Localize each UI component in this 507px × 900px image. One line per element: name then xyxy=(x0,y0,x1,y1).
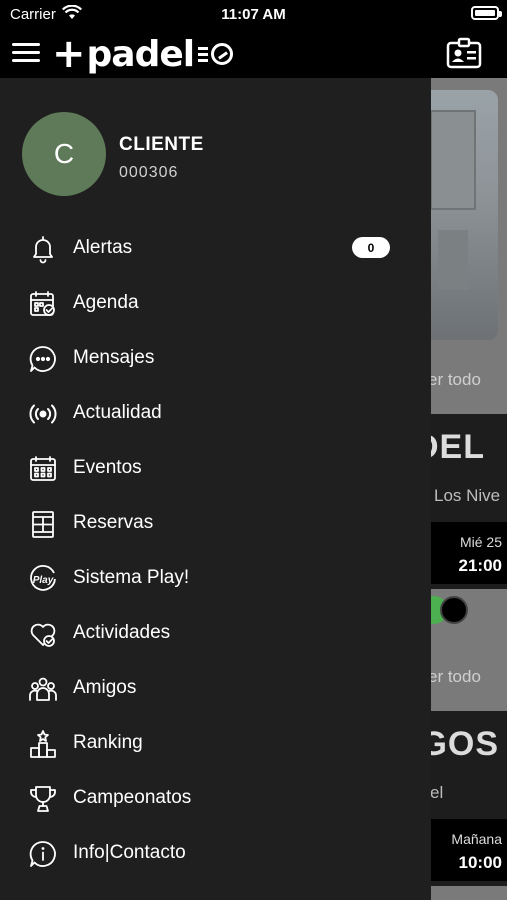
id-card-icon[interactable] xyxy=(446,37,482,69)
app-header: + padel xyxy=(0,30,507,78)
card-time: 21:00 xyxy=(458,556,502,575)
court-icon xyxy=(28,509,58,539)
calendar-check-icon xyxy=(28,289,58,319)
menu-label: Ranking xyxy=(73,732,143,753)
menu-item-campeonatos[interactable]: Campeonatos xyxy=(0,771,431,826)
trophy-icon xyxy=(28,784,58,814)
menu-item-ranking[interactable]: Ranking xyxy=(0,716,431,771)
status-bar: Carrier 11:07 AM xyxy=(0,0,507,30)
heart-check-icon xyxy=(28,619,58,649)
card-time-2: 10:00 xyxy=(458,853,502,872)
card-date: Mié 25 xyxy=(459,534,502,550)
ball-icon xyxy=(211,43,234,65)
menu-label: Sistema Play! xyxy=(73,567,190,588)
menu-label: Actividades xyxy=(73,622,171,643)
menu-item-actualidad[interactable]: Actualidad xyxy=(0,386,431,441)
menu-toggle-button[interactable] xyxy=(12,40,42,66)
see-all-link[interactable]: er todo xyxy=(428,370,481,390)
card-date-2: Mañana xyxy=(451,831,502,847)
side-drawer: C CLIENTE 000306 Alertas 0 Agenda Mensaj… xyxy=(0,78,431,900)
svg-text:Play: Play xyxy=(33,575,54,586)
logo-text: padel xyxy=(86,33,196,75)
menu-item-eventos[interactable]: Eventos xyxy=(0,441,431,496)
avatar[interactable]: C xyxy=(22,112,106,196)
menu-item-reservas[interactable]: Reservas xyxy=(0,496,431,551)
menu-label: Campeonatos xyxy=(73,787,192,808)
menu-label: Actualidad xyxy=(73,402,162,423)
alerts-count-badge: 0 xyxy=(352,237,390,258)
chat-bubble-icon xyxy=(28,344,58,374)
see-all-link-2[interactable]: er todo xyxy=(428,667,481,687)
menu-item-amigos[interactable]: Amigos xyxy=(0,661,431,716)
bell-icon xyxy=(28,234,58,264)
user-id: 000306 xyxy=(119,164,179,181)
drawer-menu: Alertas 0 Agenda Mensajes Actualidad Eve… xyxy=(0,221,431,881)
broadcast-icon xyxy=(28,399,58,429)
add-player-icon[interactable] xyxy=(440,596,468,624)
play-badge-icon: Play xyxy=(28,564,58,594)
battery-icon xyxy=(471,6,502,20)
menu-item-actividades[interactable]: Actividades xyxy=(0,606,431,661)
menu-item-sistema-play[interactable]: Play Sistema Play! xyxy=(0,551,431,606)
menu-label: Amigos xyxy=(73,677,137,698)
menu-label: Info|Contacto xyxy=(73,842,186,863)
calendar-grid-icon xyxy=(28,454,58,484)
menu-item-alertas[interactable]: Alertas 0 xyxy=(0,221,431,276)
menu-item-info-contacto[interactable]: Info|Contacto xyxy=(0,826,431,881)
menu-label: Eventos xyxy=(73,457,142,478)
friends-icon xyxy=(28,674,58,704)
menu-label: Mensajes xyxy=(73,347,155,368)
card-subtitle: Los Nive xyxy=(434,486,501,505)
user-name: CLIENTE xyxy=(119,134,204,155)
menu-item-mensajes[interactable]: Mensajes xyxy=(0,331,431,386)
menu-item-agenda[interactable]: Agenda xyxy=(0,276,431,331)
clock: 11:07 AM xyxy=(221,6,286,23)
info-icon xyxy=(28,839,58,869)
menu-label: Alertas xyxy=(73,237,133,258)
podium-icon xyxy=(28,729,58,759)
card-subtitle-2: el xyxy=(430,783,444,802)
menu-label: Reservas xyxy=(73,512,154,533)
app-logo: + padel xyxy=(52,31,234,77)
menu-label: Agenda xyxy=(73,292,139,313)
